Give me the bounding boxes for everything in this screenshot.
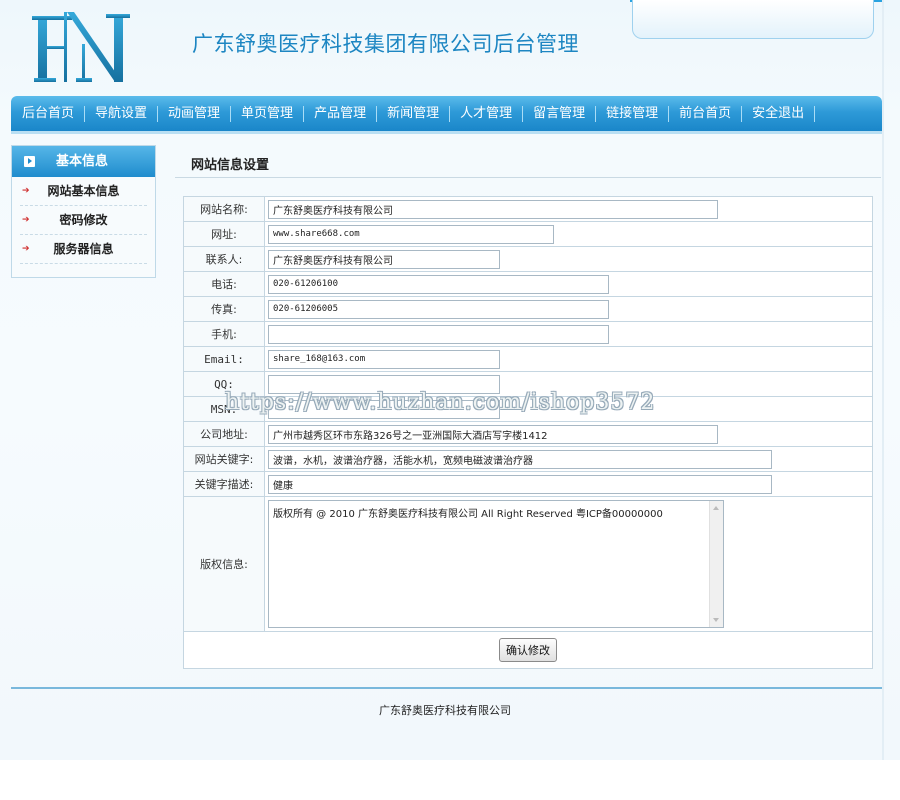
sidebar-item-label: 服务器信息 [53, 242, 114, 256]
form-row-address: 公司地址: [183, 421, 873, 447]
sidebar-item-site-info[interactable]: ➔ 网站基本信息 [20, 177, 147, 206]
nav-item-links[interactable]: 链接管理 [596, 105, 670, 122]
page-edge [882, 0, 884, 760]
nav-item-news[interactable]: 新闻管理 [377, 105, 451, 122]
form-row-email: Email: [183, 346, 873, 372]
header: 广东舒奥医疗科技集团有限公司后台管理 [0, 0, 900, 95]
main-nav: 后台首页 导航设置 动画管理 单页管理 产品管理 新闻管理 人才管理 留言管理 … [11, 96, 882, 134]
field-label: 电话: [183, 271, 265, 297]
email-input[interactable] [268, 349, 500, 369]
keywords-input[interactable] [268, 449, 772, 469]
site-name-input[interactable] [268, 199, 718, 219]
form-row-description: 关键字描述: [183, 471, 873, 497]
form-row-mobile: 手机: [183, 321, 873, 347]
nav-item-animation[interactable]: 动画管理 [158, 105, 232, 122]
sidebar-header: 基本信息 [12, 146, 155, 177]
footer-copyright: 广东舒奥医疗科技有限公司 [379, 704, 511, 717]
company-logo [32, 12, 130, 82]
site-title: 广东舒奥医疗科技集团有限公司后台管理 [192, 32, 579, 56]
field-label: 联系人: [183, 246, 265, 272]
field-label: 版权信息: [183, 496, 265, 632]
field-label: 公司地址: [183, 421, 265, 447]
bullet-arrow-icon: ➔ [22, 244, 30, 254]
fax-input[interactable] [268, 299, 609, 319]
field-label: 网址: [183, 221, 265, 247]
sidebar-title: 基本信息 [56, 154, 109, 169]
form-row-contact: 联系人: [183, 246, 873, 272]
sidebar-item-server-info[interactable]: ➔ 服务器信息 [20, 235, 147, 264]
sidebar-item-password[interactable]: ➔ 密码修改 [20, 206, 147, 235]
scroll-up-arrow-icon[interactable] [713, 506, 719, 510]
sidebar: 基本信息 ➔ 网站基本信息 ➔ 密码修改 ➔ 服务器信息 [11, 145, 156, 278]
copyright-text: 版权所有 @ 2010 广东舒奥医疗科技有限公司 All Right Reser… [273, 509, 663, 520]
nav-item-single-page[interactable]: 单页管理 [231, 105, 305, 122]
page: 广东舒奥医疗科技集团有限公司后台管理 后台首页 导航设置 动画管理 单页管理 产… [0, 0, 900, 760]
play-square-icon [24, 156, 35, 167]
copyright-textarea[interactable]: 版权所有 @ 2010 广东舒奥医疗科技有限公司 All Right Reser… [268, 500, 724, 628]
bullet-arrow-icon: ➔ [22, 186, 30, 196]
site-info-form: 网站名称: 网址: 联系人: 电话: 传真: 手机: Email: QQ: [183, 196, 873, 669]
form-row-copyright: 版权信息: 版权所有 @ 2010 广东舒奥医疗科技有限公司 All Right… [183, 496, 873, 632]
url-input[interactable] [268, 224, 554, 244]
mobile-input[interactable] [268, 324, 609, 344]
contact-input[interactable] [268, 249, 500, 269]
description-input[interactable] [268, 474, 772, 494]
watermark: https://www.huzhan.com/ishop3572 [225, 390, 656, 415]
nav-item-front-home[interactable]: 前台首页 [669, 105, 743, 122]
address-input[interactable] [268, 424, 718, 444]
nav-item-products[interactable]: 产品管理 [304, 105, 378, 122]
footer-divider [11, 687, 882, 689]
nav-item-nav-settings[interactable]: 导航设置 [85, 105, 159, 122]
nav-item-messages[interactable]: 留言管理 [523, 105, 597, 122]
form-row-fax: 传真: [183, 296, 873, 322]
form-row-url: 网址: [183, 221, 873, 247]
form-row-submit: 确认修改 [183, 631, 873, 669]
header-decor-tab [632, 0, 874, 39]
sidebar-item-label: 网站基本信息 [47, 184, 120, 198]
field-label: 关键字描述: [183, 471, 265, 497]
confirm-button[interactable]: 确认修改 [499, 638, 557, 662]
nav-item-talent[interactable]: 人才管理 [450, 105, 524, 122]
bullet-arrow-icon: ➔ [22, 215, 30, 225]
field-label: 网站名称: [183, 196, 265, 222]
phone-input[interactable] [268, 274, 609, 294]
form-row-phone: 电话: [183, 271, 873, 297]
title-divider [175, 177, 881, 178]
nav-item-admin-home[interactable]: 后台首页 [14, 105, 86, 122]
sidebar-item-label: 密码修改 [59, 213, 108, 227]
textarea-scrollbar[interactable] [709, 501, 723, 627]
nav-item-logout[interactable]: 安全退出 [742, 105, 816, 122]
field-label: 手机: [183, 321, 265, 347]
form-row-site-name: 网站名称: [183, 196, 873, 222]
field-label: 传真: [183, 296, 265, 322]
page-title: 网站信息设置 [191, 158, 270, 173]
field-label: 网站关键字: [183, 446, 265, 472]
field-label: Email: [183, 346, 265, 372]
scroll-down-arrow-icon[interactable] [713, 618, 719, 622]
form-row-keywords: 网站关键字: [183, 446, 873, 472]
